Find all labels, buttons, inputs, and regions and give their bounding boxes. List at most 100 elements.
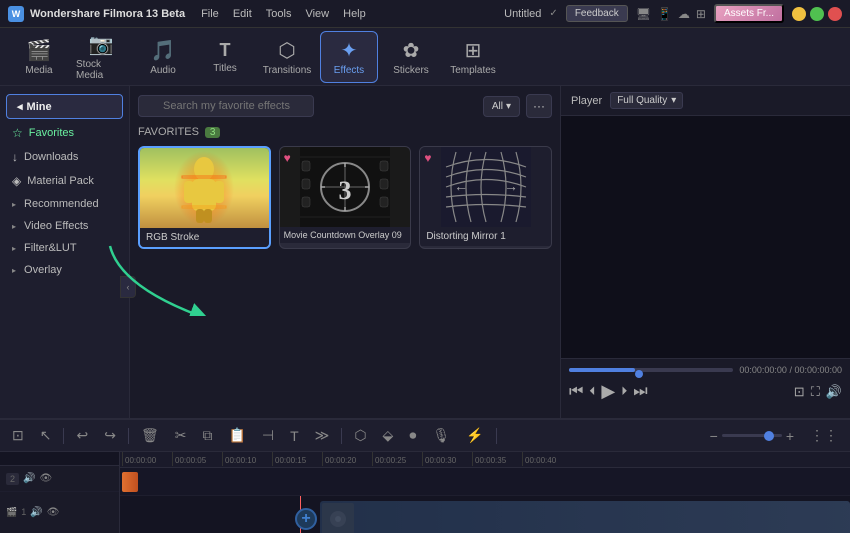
scissors-icon[interactable]: ✂ [171,425,191,446]
menu-help[interactable]: Help [343,8,366,20]
main-track-visible[interactable]: 👁 [47,507,60,518]
sidebar-item-favorites[interactable]: ☆ Favorites [0,121,129,145]
sidebar-collapse-button[interactable]: ‹ [120,276,136,298]
main-track-icon: 🎬 [6,507,17,518]
titles-label: Titles [213,63,237,74]
titles-icon: T [220,40,231,61]
search-input[interactable] [138,95,314,117]
undo-icon[interactable]: ↩ [72,425,92,446]
zoom-in-button[interactable]: + [786,428,794,444]
ruler-mark-1: 00:00:05 [172,452,222,466]
sidebar-item-video-effects[interactable]: ▸ Video Effects [0,215,129,237]
delete-icon[interactable]: 🗑 [137,425,163,446]
tool-transitions[interactable]: ⬡ Transitions [258,31,316,83]
phone-icon[interactable]: 📱 [657,7,672,21]
stickers-icon: ✿ [403,38,420,63]
cloud-icon[interactable]: ☁ [678,7,690,21]
sidebar-mine-header[interactable]: ◂ Mine [6,94,123,119]
paste-icon[interactable]: 📋 [224,425,249,446]
sidebar-item-material-pack[interactable]: ◈ Material Pack [0,169,129,193]
fullscreen-icon[interactable]: ⛶ [811,384,820,400]
copy-icon[interactable]: ⧉ [198,425,216,446]
tool-templates[interactable]: ⊞ Templates [444,31,502,83]
menu-file[interactable]: File [201,8,219,20]
svg-text:3: 3 [338,176,351,205]
zoom-slider[interactable] [722,434,782,437]
minimize-button[interactable] [792,7,806,21]
menu-view[interactable]: View [305,8,329,20]
progress-handle[interactable] [635,370,643,378]
skip-back-icon[interactable]: ⏮ [569,383,583,401]
split-icon[interactable]: ⊣ [258,425,278,446]
crop-icon[interactable]: ⊡ [794,384,805,400]
crop-tool-icon[interactable]: ⊡ [8,425,28,446]
menu-edit[interactable]: Edit [233,8,252,20]
tool-audio[interactable]: 🎵 Audio [134,31,192,83]
tool-media[interactable]: 🎬 Media [10,31,68,83]
sidebar-item-recommended[interactable]: ▸ Recommended [0,193,129,215]
tl-divider-3 [341,428,342,444]
audio-icon: 🎵 [151,38,176,63]
text-tool-icon[interactable]: T [286,426,303,446]
monitor-icon[interactable]: 🖥 [636,7,651,21]
tool-stickers[interactable]: ✿ Stickers [382,31,440,83]
add-clip-button[interactable]: + [295,508,317,530]
frame-back-icon[interactable]: ⏴ [589,384,595,399]
frame-forward-icon[interactable]: ⏵ [621,384,627,399]
grid-icon[interactable]: ⊞ [696,7,706,21]
menu-tools[interactable]: Tools [266,8,292,20]
video-track-mute-icon[interactable]: 👁 [39,473,52,484]
record-icon[interactable]: ⏺ [405,425,420,446]
countdown-heart-icon: ♥ [284,151,291,165]
skip-forward-icon[interactable]: ⏭ [633,383,647,401]
quality-selector[interactable]: Full Quality ▾ [610,92,683,109]
tl-divider-1 [63,428,64,444]
redo-icon[interactable]: ↪ [100,425,120,446]
timeline-toolbar: ⊡ ↖ ↩ ↪ 🗑 ✂ ⧉ 📋 ⊣ T ≫ ⬡ ⬙ ⏺ 🎙 ⚡ − + ⋮⋮ [0,420,850,452]
ruler-mark-7: 00:00:35 [472,452,522,466]
sidebar-item-overlay[interactable]: ▸ Overlay [0,259,129,281]
feedback-button[interactable]: Feedback [566,5,628,22]
more-tools-icon[interactable]: ≫ [311,425,334,446]
filter-dropdown[interactable]: All ▾ [483,96,520,117]
favorites-title-text: FAVORITES [138,126,199,138]
audio-track-icon[interactable]: 🎙 [428,425,454,446]
snap-icon[interactable]: ⚡ [462,425,487,446]
zoom-out-button[interactable]: − [710,428,718,444]
volume-icon[interactable]: 🔊 [826,384,842,400]
tool-effects[interactable]: ✦ Effects [320,31,378,83]
sidebar-item-filter-lut[interactable]: ▸ Filter&LUT [0,237,129,259]
main-track-label: 🎬 1 🔊 👁 [0,492,119,533]
distorting-heart-icon: ♥ [424,151,431,165]
track-labels: 2 🔊 👁 🎬 1 🔊 👁 [0,452,120,533]
marker-icon[interactable]: ⬙ [379,425,398,446]
playback-progress-bar[interactable] [569,368,733,372]
play-icon[interactable]: ▶ [601,381,615,402]
tool-stock-media[interactable]: 📷 Stock Media [72,31,130,83]
distort-preview: ← → [441,147,531,227]
transitions-label: Transitions [263,65,312,76]
effect-card-distorting-mirror[interactable]: ♥ [419,146,552,249]
more-options-icon[interactable]: ⋮⋮ [806,425,842,446]
search-bar: 🔍 All ▾ ··· [138,94,552,118]
pointer-tool-icon[interactable]: ↖ [36,425,56,446]
icon-bar: 🖥 📱 ☁ ⊞ [636,7,706,21]
video-track-icon: 🔊 [23,473,35,484]
effect-card-movie-countdown[interactable]: ♥ [279,146,412,249]
effect-card-rgb-stroke[interactable]: RGB Stroke [138,146,271,249]
clip-orange[interactable] [122,472,138,492]
close-button[interactable] [828,7,842,21]
maximize-button[interactable] [810,7,824,21]
arrow-left-icon: ◂ [17,100,23,113]
transitions-icon: ⬡ [278,38,295,63]
favorites-count-badge: 3 [205,127,221,138]
sidebar-item-downloads[interactable]: ↓ Downloads [0,145,129,169]
filter-lut-label: Filter&LUT [24,242,77,254]
clip-main-video[interactable] [320,501,850,533]
more-options-button[interactable]: ··· [526,94,552,118]
transition-icon[interactable]: ⬡ [350,425,370,446]
assets-button[interactable]: Assets Fr... [714,4,784,23]
templates-label: Templates [450,65,496,76]
tool-titles[interactable]: T Titles [196,31,254,83]
main-track-mute[interactable]: 🔊 [30,507,42,518]
